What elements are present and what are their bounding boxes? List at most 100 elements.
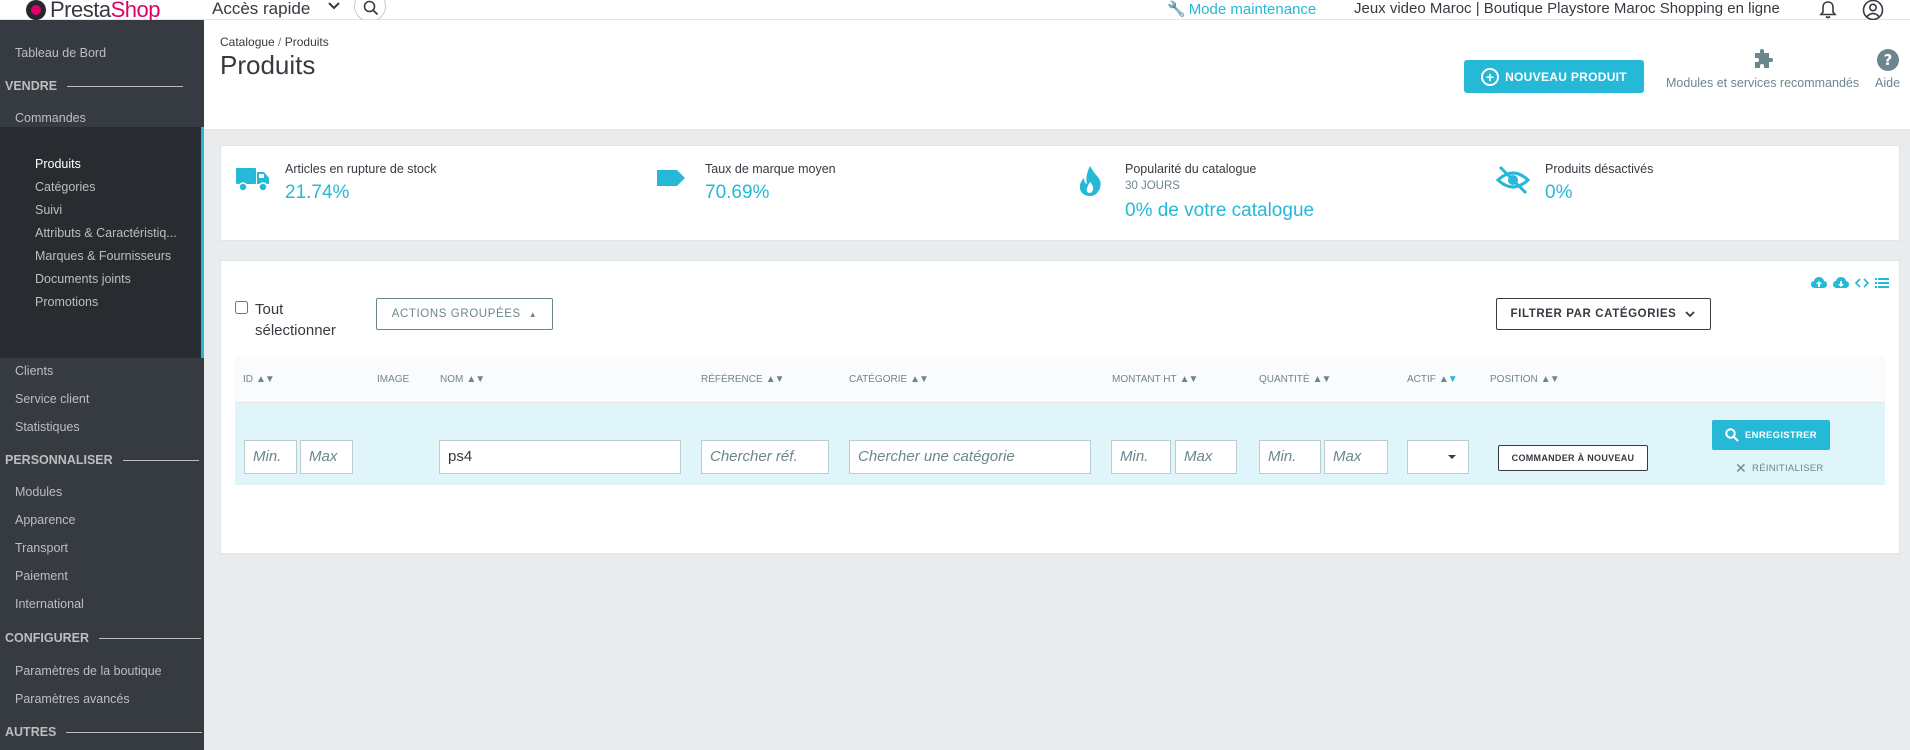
save-filter-button[interactable]: ENREGISTRER: [1712, 420, 1830, 450]
shop-name-link[interactable]: Jeux video Maroc | Boutique Playstore Ma…: [1354, 0, 1780, 17]
code-icon[interactable]: [1855, 276, 1869, 290]
column-header-reference[interactable]: RÉFÉRENCE ▲▼: [701, 357, 785, 403]
logo-text-presta: Presta: [50, 0, 111, 22]
kpi-average-margin[interactable]: Taux de marque moyen 70.69%: [641, 146, 1061, 242]
sidebar-section-label: PERSONNALISER: [5, 453, 113, 467]
column-header-name[interactable]: NOM ▲▼: [440, 357, 485, 403]
section-divider: [67, 85, 184, 87]
column-label: IMAGE: [377, 374, 410, 385]
kpi-period: 30 JOURS: [1125, 180, 1180, 192]
sidebar-item-shop-parameters[interactable]: Paramètres de la boutique: [0, 657, 204, 685]
prestashop-logo-icon: [26, 0, 46, 20]
kpi-disabled-products[interactable]: Produits désactivés 0%: [1481, 146, 1901, 242]
section-divider: [66, 731, 203, 733]
sidebar-section-label: VENDRE: [5, 79, 58, 93]
sort-arrows-icon[interactable]: ▲▼: [910, 374, 929, 385]
wrench-icon: 🔧: [1167, 1, 1186, 18]
column-header-active[interactable]: ACTIF ▲▼: [1407, 357, 1458, 403]
quantity-min-input[interactable]: Min.: [1259, 440, 1321, 474]
sort-arrows-icon[interactable]: ▲▼: [1541, 374, 1560, 385]
sort-arrows-icon[interactable]: ▲▼: [1180, 374, 1199, 385]
sidebar-item-modules[interactable]: Modules: [0, 478, 204, 506]
bulk-actions-button[interactable]: ACTIONS GROUPÉES ▲: [376, 298, 553, 330]
column-header-category[interactable]: CATÉGORIE ▲▼: [849, 357, 929, 403]
breadcrumb-catalog[interactable]: Catalogue: [220, 35, 275, 49]
maintenance-link[interactable]: 🔧 Mode maintenance: [1167, 0, 1316, 18]
column-header-quantity[interactable]: QUANTITÉ ▲▼: [1259, 357, 1332, 403]
kpi-label: Popularité du catalogue: [1125, 162, 1257, 176]
quantity-max-input[interactable]: Max: [1324, 440, 1388, 474]
breadcrumb-separator: /: [274, 35, 285, 49]
active-filter-select[interactable]: [1407, 440, 1469, 474]
page-title: Produits: [220, 50, 316, 80]
search-icon: [363, 0, 379, 16]
search-button[interactable]: [354, 0, 386, 22]
column-header-id[interactable]: ID ▲▼: [243, 357, 275, 403]
id-min-input[interactable]: Min.: [244, 440, 297, 474]
section-divider: [122, 459, 199, 461]
recommended-modules-button[interactable]: Modules et services recommandés: [1666, 48, 1859, 90]
price-min-input[interactable]: Min.: [1111, 440, 1171, 474]
kpi-out-of-stock[interactable]: Articles en rupture de stock 21.74%: [221, 146, 641, 242]
quick-access-menu[interactable]: Accès rapide: [212, 0, 310, 19]
section-divider: [99, 637, 202, 639]
kpi-label: Taux de marque moyen: [705, 162, 836, 176]
reference-filter-input[interactable]: Chercher réf.: [701, 440, 829, 474]
maintenance-label: Mode maintenance: [1188, 1, 1317, 18]
price-max-input[interactable]: Max: [1175, 440, 1237, 474]
top-bar: PrestaShop Accès rapide 🔧 Mode maintenanc…: [0, 0, 1910, 22]
sidebar-item-discounts[interactable]: Promotions: [0, 288, 204, 316]
kpi-value: 70.69%: [705, 182, 770, 203]
chevron-down-icon[interactable]: [327, 0, 341, 17]
column-header-price[interactable]: MONTANT HT ▲▼: [1112, 357, 1199, 403]
column-header-image: IMAGE: [377, 357, 409, 403]
filter-categories-label: FILTRER PAR CATÉGORIES: [1510, 308, 1677, 320]
sidebar-item-customer-service[interactable]: Service client: [0, 385, 204, 413]
reorder-button[interactable]: COMMANDER À NOUVEAU: [1498, 445, 1648, 471]
column-label: RÉFÉRENCE: [701, 374, 763, 385]
filter-row: Min. Max ps4 Chercher réf. Chercher une …: [235, 403, 1885, 485]
select-all-checkbox[interactable]: [235, 301, 248, 314]
list-icon[interactable]: [1875, 276, 1889, 290]
help-label: Aide: [1875, 76, 1901, 90]
sidebar: Tableau de Bord VENDRE Commandes Catalog…: [0, 20, 204, 750]
select-all-checkbox-wrap: [235, 299, 248, 318]
filter-by-categories-button[interactable]: FILTRER PAR CATÉGORIES: [1496, 298, 1711, 330]
kpi-catalog-popularity[interactable]: Popularité du catalogue 30 JOURS 0% de v…: [1061, 146, 1481, 242]
cloud-download-icon[interactable]: [1833, 276, 1849, 290]
select-all-label[interactable]: Tout sélectionner: [255, 299, 345, 341]
sort-arrows-icon[interactable]: ▲▼: [766, 374, 785, 385]
category-filter-input[interactable]: Chercher une catégorie: [849, 440, 1091, 474]
chevron-down-icon: [1685, 311, 1696, 318]
sidebar-item-customers[interactable]: Clients: [0, 357, 204, 385]
sidebar-item-dashboard[interactable]: Tableau de Bord: [0, 39, 204, 67]
help-button[interactable]: ? Aide: [1875, 48, 1900, 90]
sidebar-item-payment[interactable]: Paiement: [0, 562, 204, 590]
sort-arrows-icon[interactable]: ▲▼: [1439, 374, 1458, 385]
sort-arrows-icon[interactable]: ▲▼: [256, 374, 275, 385]
kpi-value: 21.74%: [285, 182, 350, 203]
sort-arrows-icon[interactable]: ▲▼: [466, 374, 485, 385]
catalog-submenu: Produits Catégories Suivi Attributs & Ca…: [0, 134, 204, 358]
save-label: ENREGISTRER: [1745, 429, 1817, 441]
sidebar-section-others: AUTRES: [5, 722, 203, 742]
column-label: QUANTITÉ: [1259, 374, 1310, 385]
name-filter-input[interactable]: ps4: [439, 440, 681, 474]
sidebar-item-stats[interactable]: Statistiques: [0, 413, 204, 441]
truck-icon: [236, 168, 269, 192]
logo-text-shop: Shop: [110, 0, 161, 22]
cloud-upload-icon[interactable]: [1811, 276, 1827, 290]
new-product-button[interactable]: + NOUVEAU PRODUIT: [1464, 60, 1644, 93]
reset-filter-link[interactable]: ✕ RÉINITIALISER: [1735, 460, 1824, 477]
sidebar-item-advanced-parameters[interactable]: Paramètres avancés: [0, 685, 204, 713]
search-icon: [1725, 428, 1739, 442]
reset-label: RÉINITIALISER: [1752, 463, 1824, 474]
page-header: Catalogue / Produits Produits + NOUVEAU …: [204, 20, 1910, 130]
sidebar-item-design[interactable]: Apparence: [0, 506, 204, 534]
id-max-input[interactable]: Max: [300, 440, 353, 474]
user-icon: [1862, 0, 1884, 21]
sidebar-item-international[interactable]: International: [0, 590, 204, 618]
sort-arrows-icon[interactable]: ▲▼: [1313, 374, 1332, 385]
sidebar-item-shipping[interactable]: Transport: [0, 534, 204, 562]
column-header-position[interactable]: POSITION ▲▼: [1490, 357, 1560, 403]
